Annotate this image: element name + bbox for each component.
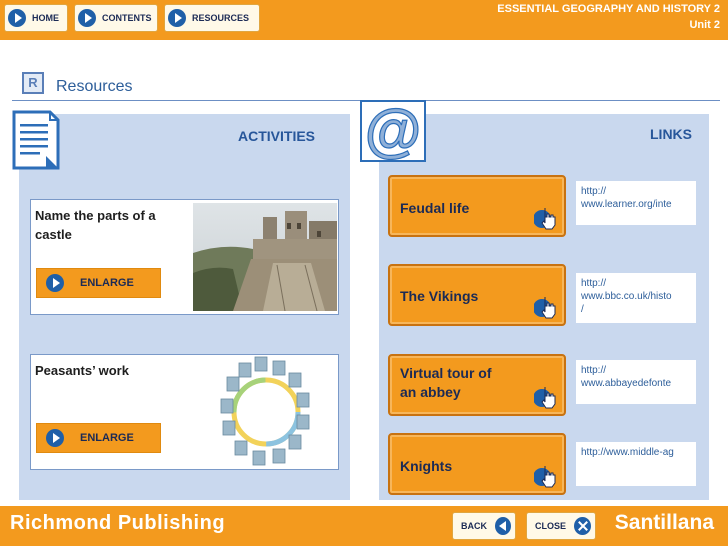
- url-line: http://www.middle-ag: [581, 447, 674, 458]
- castle-image: [193, 203, 337, 311]
- enlarge-label: ENLARGE: [80, 432, 134, 444]
- close-icon: [574, 517, 591, 535]
- home-button[interactable]: HOME: [4, 4, 68, 32]
- contents-label: CONTENTS: [102, 13, 152, 23]
- link-url[interactable]: http:// www.abbayedefonte: [576, 360, 696, 404]
- url-line: www.abbayedefonte: [581, 378, 672, 389]
- url-line: www.learner.org/inte: [581, 199, 672, 210]
- home-label: HOME: [32, 13, 59, 23]
- back-label: BACK: [461, 521, 487, 531]
- link-url[interactable]: http://www.middle-ag: [576, 442, 696, 486]
- play-icon: [46, 274, 64, 292]
- link-button-vikings[interactable]: The Vikings: [388, 264, 566, 326]
- contents-button[interactable]: CONTENTS: [74, 4, 158, 32]
- activity-label: Peasants’ work: [35, 363, 129, 378]
- seasons-wheel-image: [220, 356, 310, 466]
- document-icon: [12, 110, 60, 170]
- page-title: Resources: [56, 78, 133, 95]
- back-arrow-icon: [495, 517, 511, 535]
- at-sign-icon: @: [360, 100, 426, 162]
- hand-cursor-icon: [534, 387, 556, 409]
- activity-card-peasants: Peasants’ work ENLARGE: [30, 354, 339, 470]
- enlarge-button[interactable]: ENLARGE: [36, 268, 161, 298]
- url-line: /: [581, 304, 584, 315]
- resources-label: RESOURCES: [192, 13, 250, 23]
- link-label: Feudal life: [400, 200, 470, 216]
- link-url[interactable]: http:// www.bbc.co.uk/histo /: [576, 273, 696, 323]
- svg-text:@: @: [365, 100, 422, 162]
- play-icon: [168, 9, 186, 27]
- play-icon: [46, 429, 64, 447]
- play-icon: [78, 9, 96, 27]
- book-title: ESSENTIAL GEOGRAPHY AND HISTORY 2: [497, 3, 720, 15]
- hand-cursor-icon: [534, 466, 556, 488]
- url-line: http://: [581, 365, 607, 376]
- play-icon: [8, 9, 26, 27]
- links-title: LINKS: [650, 126, 692, 142]
- link-url[interactable]: http:// www.learner.org/inte: [576, 181, 696, 225]
- close-label: CLOSE: [535, 521, 567, 531]
- link-label: The Vikings: [400, 288, 479, 304]
- url-line: http://: [581, 278, 607, 289]
- url-line: www.bbc.co.uk/histo: [581, 291, 672, 302]
- link-label: Knights: [400, 458, 453, 474]
- link-label: Virtual tour of an abbey: [400, 365, 492, 400]
- enlarge-label: ENLARGE: [80, 277, 134, 289]
- enlarge-button[interactable]: ENLARGE: [36, 423, 161, 453]
- activity-card-castle: Name the parts of a castle ENLARGE: [30, 199, 339, 315]
- close-button[interactable]: CLOSE: [526, 512, 596, 540]
- link-button-feudal-life[interactable]: Feudal life: [388, 175, 566, 237]
- santillana-logo: Santillana: [614, 511, 714, 534]
- activities-title: ACTIVITIES: [238, 128, 316, 144]
- unit-label: Unit 2: [689, 19, 720, 31]
- hand-cursor-icon: [534, 208, 556, 230]
- publisher-logo: Richmond Publishing: [10, 512, 226, 534]
- resources-button[interactable]: RESOURCES: [164, 4, 260, 32]
- activity-label: Name the parts of a castle: [35, 208, 156, 242]
- hand-cursor-icon: [534, 297, 556, 319]
- resources-badge: R: [22, 72, 44, 94]
- link-button-abbey-tour[interactable]: Virtual tour of an abbey: [388, 354, 566, 416]
- back-button[interactable]: BACK: [452, 512, 516, 540]
- link-button-knights[interactable]: Knights: [388, 433, 566, 495]
- url-line: http://: [581, 186, 607, 197]
